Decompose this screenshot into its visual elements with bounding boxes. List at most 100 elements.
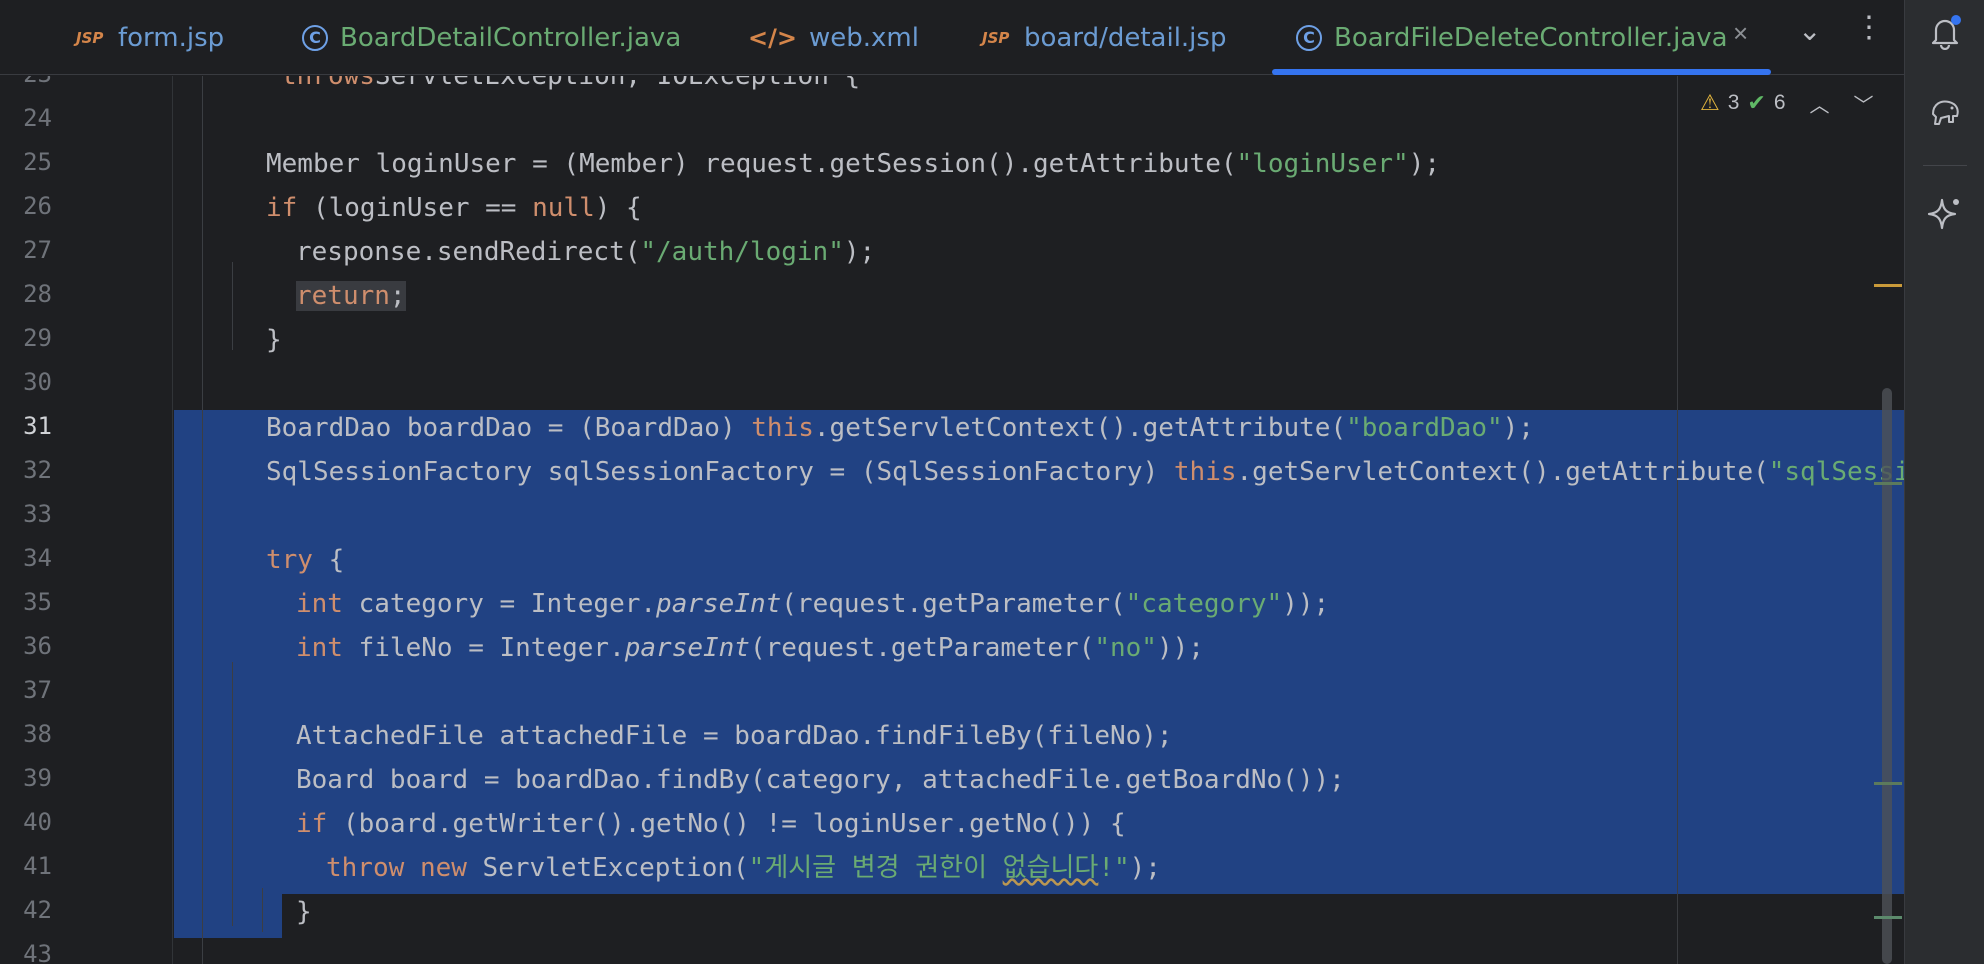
- line-number: 40: [23, 808, 52, 836]
- notifications-bell-icon[interactable]: [1927, 14, 1963, 50]
- tab-label: board/detail.jsp: [1024, 22, 1227, 53]
- line-number: 29: [23, 324, 52, 352]
- previous-highlight-icon[interactable]: ︿: [1810, 89, 1830, 118]
- ai-assistant-sparkle-icon[interactable]: [1927, 196, 1963, 232]
- code-token: ) {: [594, 193, 642, 223]
- code-token: null: [532, 193, 595, 223]
- code-token: (request.getParameter(: [749, 633, 1095, 663]
- tab-label: BoardDetailController.java: [340, 22, 682, 53]
- code-token: ));: [1156, 633, 1204, 663]
- code-line[interactable]: int category = Integer.parseInt(request.…: [296, 582, 1904, 626]
- code-line[interactable]: AttachedFile attachedFile = boardDao.fin…: [296, 714, 1904, 758]
- code-line[interactable]: if (board.getWriter().getNo() != loginUs…: [296, 802, 1904, 846]
- java-class-icon: C: [302, 24, 328, 51]
- code-token: "/auth/login": [640, 237, 844, 267]
- weak-warning-icon: ✔: [1747, 90, 1766, 115]
- tab-board-detail-controller[interactable]: C BoardDetailController.java: [302, 0, 681, 75]
- warning-icon: ⚠: [1700, 90, 1720, 115]
- inspection-widget[interactable]: ⚠ 3 ✔ 6 ︿ ﹀: [1700, 86, 1874, 120]
- right-tool-window-bar: [1904, 0, 1984, 964]
- code-line[interactable]: Board board = boardDao.findBy(category, …: [296, 758, 1904, 802]
- code-token: {: [312, 545, 345, 575]
- code-token: Board board = boardDao.findBy(category, …: [296, 765, 1345, 795]
- code-line[interactable]: int fileNo = Integer.parseInt(request.ge…: [296, 626, 1904, 670]
- code-token: parseInt: [624, 633, 750, 663]
- code-editor[interactable]: 23 24 25 26 27 28 29 30 31 32 33 34 35 3…: [0, 76, 1904, 964]
- code-line[interactable]: response.sendRedirect("/auth/login");: [296, 230, 1904, 274]
- jsp-file-icon: JSP: [982, 28, 1010, 47]
- code-token: "boardDao": [1346, 413, 1503, 443]
- java-class-icon: C: [1296, 24, 1322, 51]
- line-number: 42: [23, 896, 52, 924]
- weak-warning-marker[interactable]: [1874, 482, 1902, 485]
- code-token: .getServletContext().getAttribute(: [813, 413, 1347, 443]
- tab-board-detail-jsp[interactable]: JSP board/detail.jsp: [982, 0, 1226, 75]
- weak-warning-count: 6: [1773, 91, 1786, 114]
- line-number: 34: [23, 544, 52, 572]
- code-line[interactable]: [236, 494, 1904, 538]
- line-number: 23: [0, 76, 52, 88]
- line-number: 43: [23, 940, 52, 964]
- weak-warning-marker[interactable]: [1874, 916, 1902, 919]
- code-token: parseInt: [656, 589, 782, 619]
- toolbar-separator: [1923, 165, 1967, 166]
- code-token: Member loginUser = (Member) request.getS…: [266, 149, 1237, 179]
- code-token: ServletException, IOException {: [374, 76, 861, 91]
- tab-form-jsp[interactable]: JSP form.jsp: [76, 0, 224, 75]
- weak-warning-marker[interactable]: [1874, 782, 1902, 785]
- warning-marker[interactable]: [1874, 284, 1902, 287]
- more-options-icon[interactable]: ⋮: [1854, 10, 1884, 45]
- code-line[interactable]: throwsServletException, IOException {: [281, 76, 1904, 98]
- code-token: try: [266, 545, 313, 575]
- code-line[interactable]: [236, 362, 1904, 406]
- tab-web-xml[interactable]: </> web.xml: [748, 0, 919, 75]
- code-line[interactable]: }: [296, 890, 1904, 934]
- tab-board-file-delete-controller[interactable]: C BoardFileDeleteController.java: [1296, 0, 1728, 75]
- code-line[interactable]: [236, 934, 1904, 964]
- code-token: this: [1173, 457, 1237, 487]
- close-tab-icon[interactable]: ×: [1733, 18, 1748, 49]
- code-line[interactable]: SqlSessionFactory sqlSessionFactory = (S…: [266, 450, 1904, 494]
- next-highlight-icon[interactable]: ﹀: [1854, 89, 1874, 118]
- code-line[interactable]: throw new ServletException("게시글 변경 권한이 없…: [326, 846, 1904, 890]
- line-number: 41: [23, 852, 52, 880]
- vertical-scrollbar[interactable]: [1882, 388, 1892, 964]
- code-line[interactable]: return;: [296, 274, 1904, 318]
- code-token: }: [296, 897, 312, 927]
- line-number: 30: [23, 368, 52, 396]
- code-token: ;: [389, 281, 406, 311]
- code-token: 없습니다: [1002, 853, 1099, 883]
- indent-guide: [202, 76, 203, 964]
- code-token: "category": [1125, 589, 1283, 619]
- chevron-down-icon[interactable]: ⌄: [1798, 14, 1821, 47]
- code-token: this: [751, 413, 814, 443]
- line-number: 37: [23, 676, 52, 704]
- tab-label: BoardFileDeleteController.java: [1334, 22, 1728, 53]
- code-token: );: [1502, 413, 1534, 443]
- indent-guide: [232, 262, 233, 350]
- warning-count: 3: [1727, 91, 1740, 114]
- code-token: .getServletContext().getAttribute(: [1236, 457, 1769, 487]
- code-token: "게시글 변경 권한이: [748, 853, 1003, 883]
- code-token: );: [843, 237, 876, 267]
- code-token: return: [296, 281, 390, 311]
- code-line[interactable]: [236, 670, 1904, 714]
- code-token: response.sendRedirect(: [296, 237, 641, 267]
- code-line[interactable]: if (loginUser == null) {: [266, 186, 1904, 230]
- code-token: throw: [326, 853, 405, 883]
- line-number: 26: [23, 192, 52, 220]
- code-token: category = Integer.: [342, 589, 657, 619]
- code-line[interactable]: }: [266, 318, 1904, 362]
- indent-guide: [232, 662, 233, 926]
- database-elephant-icon[interactable]: [1927, 94, 1963, 130]
- code-line[interactable]: try {: [266, 538, 1904, 582]
- code-token: ServletException(: [466, 853, 749, 883]
- line-number: 33: [23, 500, 52, 528]
- line-number: 28: [23, 280, 52, 308]
- code-line[interactable]: [236, 98, 1904, 142]
- line-number: 36: [23, 632, 52, 660]
- code-line[interactable]: BoardDao boardDao = (BoardDao) this.getS…: [266, 406, 1904, 450]
- code-token: AttachedFile attachedFile = boardDao.fin…: [296, 721, 1173, 751]
- code-line[interactable]: Member loginUser = (Member) request.getS…: [266, 142, 1904, 186]
